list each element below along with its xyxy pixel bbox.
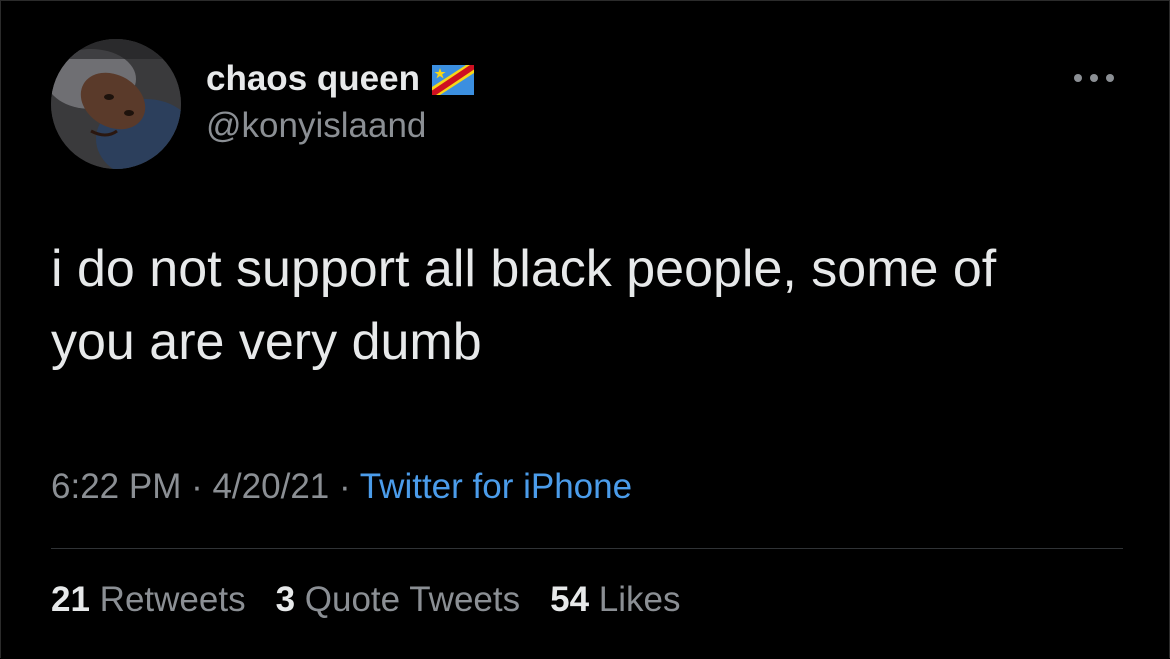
likes-stat[interactable]: 54 Likes bbox=[550, 580, 680, 620]
likes-count: 54 bbox=[550, 580, 590, 619]
meta-separator: · bbox=[181, 467, 213, 506]
quote-tweets-stat[interactable]: 3 Quote Tweets bbox=[276, 580, 521, 620]
tweet-card: chaos queen @konyislaand i do not suppor… bbox=[0, 0, 1170, 658]
divider bbox=[51, 548, 1123, 549]
avatar-photo-icon bbox=[51, 39, 181, 169]
tweet-source-link[interactable]: Twitter for iPhone bbox=[360, 467, 632, 506]
retweets-count: 21 bbox=[51, 580, 90, 619]
tweet-stats: 21 Retweets 3 Quote Tweets 54 Likes bbox=[51, 580, 711, 620]
author-avatar[interactable] bbox=[51, 39, 181, 169]
retweets-label: Retweets bbox=[99, 580, 246, 619]
author-handle[interactable]: @konyislaand bbox=[206, 106, 426, 146]
display-name-text: chaos queen bbox=[206, 59, 420, 98]
tweet-metadata: 6:22 PM · 4/20/21 · Twitter for iPhone bbox=[51, 467, 632, 507]
meta-separator: · bbox=[329, 467, 360, 506]
drc-flag-icon bbox=[431, 64, 474, 95]
quote-tweets-label: Quote Tweets bbox=[304, 580, 521, 619]
quote-tweets-count: 3 bbox=[275, 580, 296, 619]
tweet-date[interactable]: 4/20/21 bbox=[212, 467, 329, 506]
tweet-body: i do not support all black people, some … bbox=[51, 240, 997, 371]
author-display-name[interactable]: chaos queen bbox=[206, 59, 474, 99]
retweets-stat[interactable]: 21 Retweets bbox=[51, 580, 246, 620]
ellipsis-icon bbox=[1074, 74, 1114, 82]
more-options-button[interactable] bbox=[1069, 63, 1119, 93]
likes-label: Likes bbox=[598, 580, 681, 619]
tweet-time[interactable]: 6:22 PM bbox=[51, 467, 181, 506]
